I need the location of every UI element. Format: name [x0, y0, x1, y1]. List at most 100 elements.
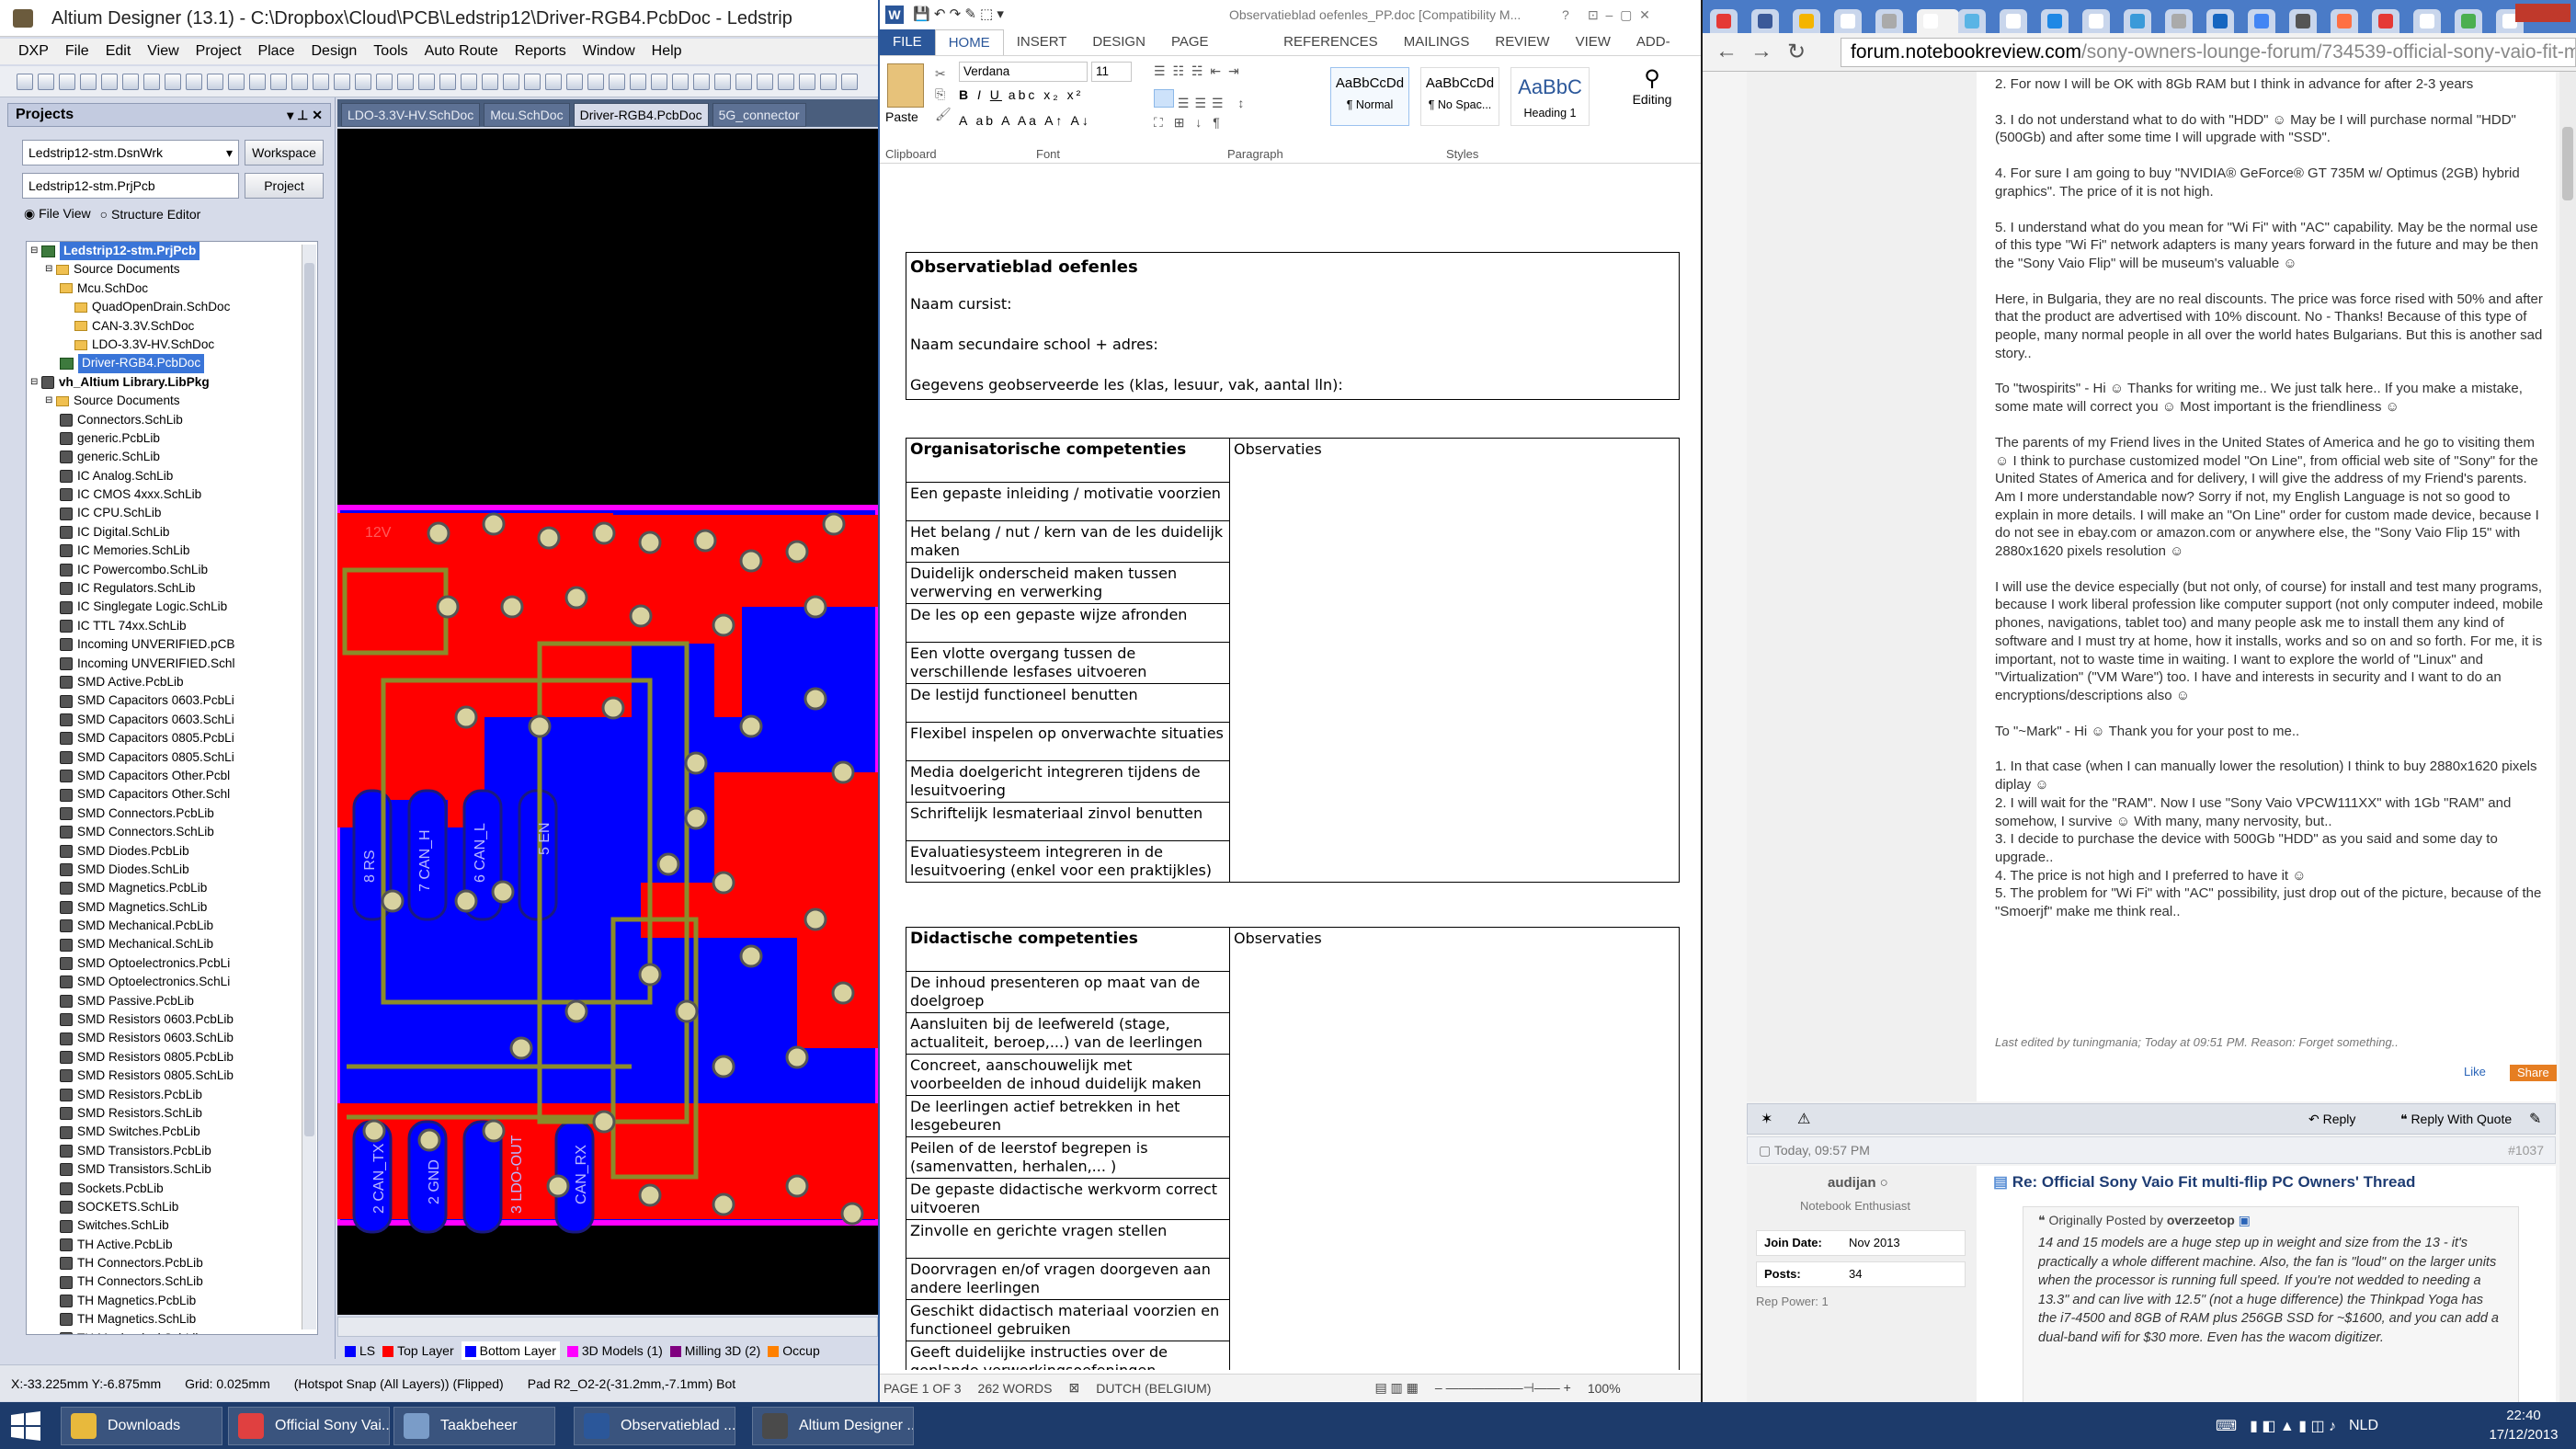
- window-controls[interactable]: ⊡ – ▢ ✕: [1588, 0, 1650, 29]
- taskbar-item[interactable]: Taakbeheer: [393, 1407, 555, 1445]
- browser-tab[interactable]: [1710, 9, 1738, 33]
- star-icon[interactable]: ✶: [1761, 1110, 1772, 1128]
- view-buttons[interactable]: ▤ ▥ ▦: [1374, 1380, 1418, 1396]
- toolbar-icon[interactable]: [609, 74, 625, 90]
- ribbon-tab[interactable]: VIEW: [1563, 29, 1624, 55]
- notification-icons[interactable]: ▮ ◧ ▲ ▮ ◫ ♪: [2250, 1417, 2336, 1435]
- tree-item[interactable]: Connectors.SchLib: [27, 411, 317, 429]
- tree-item[interactable]: ⊟ Ledstrip12-stm.PrjPcb: [27, 242, 317, 261]
- tree-item[interactable]: SMD Optoelectronics.SchLi: [27, 973, 317, 991]
- competency-item[interactable]: De les op een gepaste wijze afronden: [906, 603, 1230, 643]
- user-name[interactable]: audijan ○: [1828, 1175, 1888, 1191]
- tree-item[interactable]: ⊟ vh_Altium Library.LibPkg: [27, 373, 317, 392]
- tree-item[interactable]: SOCKETS.SchLib: [27, 1198, 317, 1216]
- competency-item[interactable]: Een vlotte overgang tussen de verschille…: [906, 642, 1230, 684]
- tree-item[interactable]: Sockets.PcbLib: [27, 1180, 317, 1198]
- font-format-buttons[interactable]: B I U abc x₂ x²: [959, 87, 1083, 102]
- tree-item[interactable]: SMD Capacitors Other.Schl: [27, 785, 317, 804]
- competency-item[interactable]: Peilen of de leerstof begrepen is (samen…: [906, 1136, 1230, 1179]
- tree-item[interactable]: IC Memories.SchLib: [27, 542, 317, 560]
- competency-item[interactable]: Evaluatiesysteem integreren in de lesuit…: [906, 840, 1230, 883]
- tree-item[interactable]: QuadOpenDrain.SchDoc: [27, 298, 317, 316]
- tree-item[interactable]: TH Mechanical.SchLib: [27, 1329, 317, 1334]
- status-language[interactable]: DUTCH (BELGIUM): [1096, 1381, 1211, 1396]
- tree-item[interactable]: SMD Connectors.SchLib: [27, 823, 317, 841]
- align-buttons[interactable]: ☰☰☰ ↕: [1154, 89, 1310, 110]
- toolbar-icon[interactable]: [735, 74, 752, 90]
- taskbar-item[interactable]: Observatieblad ...: [574, 1407, 735, 1445]
- toolbar-icon[interactable]: [38, 74, 54, 90]
- browser-tab[interactable]: [1917, 9, 1959, 33]
- tree-item[interactable]: IC CMOS 4xxx.SchLib: [27, 485, 317, 504]
- tree-item[interactable]: CAN-3.3V.SchDoc: [27, 317, 317, 336]
- toolbar-icon[interactable]: [820, 74, 837, 90]
- project-button[interactable]: Project: [245, 173, 324, 199]
- page-scrollbar[interactable]: [2559, 72, 2576, 1402]
- clock[interactable]: 22:40 17/12/2013: [2482, 1406, 2565, 1444]
- toolbar-icon[interactable]: [143, 74, 160, 90]
- competency-item[interactable]: De leerlingen actief betrekken in het le…: [906, 1095, 1230, 1137]
- toolbar-icon[interactable]: [17, 74, 33, 90]
- toolbar-icon[interactable]: [566, 74, 583, 90]
- forward-icon[interactable]: →: [1750, 39, 1772, 64]
- document-page[interactable]: Observatieblad oefenles Naam cursist: Na…: [887, 165, 1694, 1370]
- doc-tab[interactable]: 5G_connector: [712, 103, 806, 127]
- menu-item[interactable]: Tools: [373, 43, 407, 60]
- toolbar-icon[interactable]: [397, 74, 414, 90]
- status-page[interactable]: PAGE 1 OF 3: [883, 1381, 962, 1396]
- menu-item[interactable]: Help: [652, 43, 682, 60]
- browser-tab[interactable]: [2000, 9, 2027, 33]
- tree-item[interactable]: SMD Resistors 0603.SchLib: [27, 1029, 317, 1047]
- system-tray[interactable]: ⌨ ▮ ◧ ▲ ▮ ◫ ♪ NLD: [2216, 1413, 2445, 1439]
- toolbar-icon[interactable]: [122, 74, 139, 90]
- tree-item[interactable]: TH Connectors.SchLib: [27, 1272, 317, 1291]
- toolbar-icon[interactable]: [418, 74, 435, 90]
- share-button[interactable]: Share ▾: [2510, 1065, 2557, 1096]
- taskbar-item[interactable]: Altium Designer ...: [752, 1407, 914, 1445]
- toolbar-icon[interactable]: [228, 74, 245, 90]
- tree-item[interactable]: TH Active.PcbLib: [27, 1236, 317, 1254]
- style-option[interactable]: AaBbC Heading 1: [1510, 67, 1590, 126]
- toolbar-icon[interactable]: [841, 74, 858, 90]
- layer-tab[interactable]: 3D Models (1): [566, 1343, 663, 1358]
- menu-item[interactable]: View: [147, 43, 178, 60]
- toolbar-icon[interactable]: [80, 74, 97, 90]
- status-zoom[interactable]: 100%: [1588, 1381, 1621, 1396]
- toolbar-icon[interactable]: [186, 74, 202, 90]
- font-size-select[interactable]: 11: [1091, 62, 1132, 82]
- tree-item[interactable]: SMD Magnetics.SchLib: [27, 898, 317, 917]
- tree-item[interactable]: TH Magnetics.SchLib: [27, 1310, 317, 1329]
- competency-item[interactable]: De gepaste didactische werkvorm correct …: [906, 1178, 1230, 1220]
- layer-tab[interactable]: Top Layer: [382, 1343, 454, 1358]
- canvas-hscrollbar[interactable]: [337, 1317, 878, 1337]
- browser-tab[interactable]: [2206, 9, 2234, 33]
- tree-item[interactable]: Incoming UNVERIFIED.Schl: [27, 655, 317, 673]
- browser-tab[interactable]: [2082, 9, 2110, 33]
- browser-tab[interactable]: [2248, 9, 2275, 33]
- tree-item[interactable]: Switches.SchLib: [27, 1216, 317, 1235]
- browser-tab[interactable]: [2124, 9, 2151, 33]
- toolbar-icon[interactable]: [376, 74, 393, 90]
- tree-item[interactable]: SMD Magnetics.PcbLib: [27, 879, 317, 897]
- toolbar-icon[interactable]: [799, 74, 815, 90]
- tree-item[interactable]: IC Analog.SchLib: [27, 467, 317, 485]
- shading-buttons[interactable]: ⛶ ⊞ ↓ ¶: [1154, 115, 1224, 131]
- tree-item[interactable]: TH Magnetics.PcbLib: [27, 1292, 317, 1310]
- toolbar-icon[interactable]: [165, 74, 181, 90]
- ribbon-tab[interactable]: MAILINGS: [1391, 29, 1483, 55]
- tree-item[interactable]: TH Connectors.PcbLib: [27, 1254, 317, 1272]
- warning-icon[interactable]: ⚠: [1797, 1110, 1810, 1128]
- ribbon-tab[interactable]: REVIEW: [1482, 29, 1562, 55]
- window-controls[interactable]: [2515, 4, 2570, 22]
- toolbar-icon[interactable]: [778, 74, 794, 90]
- tree-item[interactable]: ⊟ Source Documents: [27, 260, 317, 279]
- expand-toggle-icon[interactable]: ⊟: [45, 260, 56, 279]
- paste-icon[interactable]: [887, 63, 924, 108]
- paste-button[interactable]: Paste: [885, 109, 918, 124]
- toolbar-icon[interactable]: [630, 74, 646, 90]
- tree-item[interactable]: SMD Capacitors 0603.SchLi: [27, 711, 317, 729]
- ribbon-tab[interactable]: HOME: [934, 29, 1004, 55]
- tree-item[interactable]: LDO-3.3V-HV.SchDoc: [27, 336, 317, 354]
- toolbar-icon[interactable]: [503, 74, 519, 90]
- toolbar-icon[interactable]: [672, 74, 689, 90]
